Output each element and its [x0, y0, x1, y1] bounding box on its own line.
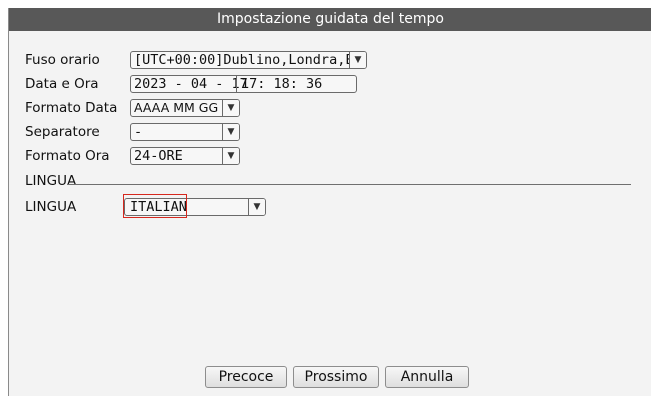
separator-label: Separatore	[25, 124, 100, 140]
window-title: Impostazione guidata del tempo	[9, 8, 651, 31]
date-format-label: Formato Data	[25, 100, 118, 116]
timezone-label: Fuso orario	[25, 52, 100, 68]
chevron-down-icon[interactable]: ▼	[222, 148, 239, 164]
time-input[interactable]: 17: 18: 36	[241, 76, 322, 92]
timezone-select[interactable]: [UTC+00:00]Dublino,Londra,Ed ▼	[130, 51, 367, 69]
cancel-button[interactable]: Annulla	[385, 366, 469, 388]
datetime-label: Data e Ora	[25, 76, 99, 92]
time-format-value: 24-ORE	[134, 148, 183, 164]
chevron-down-icon[interactable]: ▼	[222, 100, 239, 116]
time-format-select[interactable]: 24-ORE ▼	[130, 147, 240, 165]
next-button[interactable]: Prossimo	[293, 366, 379, 388]
language-section-heading: LINGUA	[25, 173, 77, 189]
separator-select[interactable]: - ▼	[130, 123, 240, 141]
separator-value: -	[134, 124, 143, 140]
datetime-divider	[236, 76, 237, 92]
time-format-label: Formato Ora	[25, 148, 110, 164]
timezone-value: [UTC+00:00]Dublino,Londra,Ed	[134, 52, 362, 68]
back-button[interactable]: Precoce	[205, 366, 287, 388]
language-label: LINGUA	[25, 199, 77, 215]
section-divider	[67, 184, 631, 185]
focus-indicator	[123, 194, 187, 218]
chevron-down-icon[interactable]: ▼	[248, 199, 265, 215]
date-format-value: AAAA MM GG	[134, 100, 219, 115]
chevron-down-icon[interactable]: ▼	[349, 52, 366, 68]
date-input[interactable]: 2023 - 04 - 17	[134, 76, 248, 92]
datetime-field: 2023 - 04 - 17 17: 18: 36	[130, 75, 357, 93]
date-format-select[interactable]: AAAA MM GG ▼	[130, 99, 240, 117]
chevron-down-icon[interactable]: ▼	[222, 124, 239, 140]
wizard-window: Impostazione guidata del tempo Fuso orar…	[8, 8, 651, 396]
